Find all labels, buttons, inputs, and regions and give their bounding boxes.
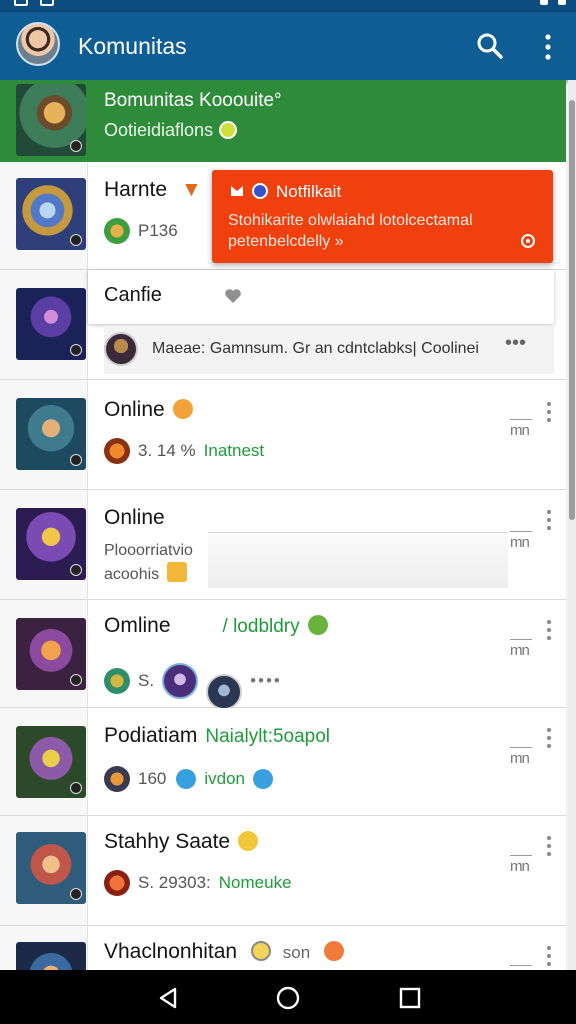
- row-title: Canfie: [104, 284, 162, 306]
- game-thumbnail: [16, 618, 86, 690]
- row-meta: 3. 14 % Inatnest: [104, 438, 264, 464]
- row-meta: S. 29303: Nomeuke: [104, 870, 292, 896]
- row-title: Omline / lodbldry: [104, 614, 328, 638]
- badge-icon: [252, 183, 268, 199]
- game-thumbnail: [16, 726, 86, 798]
- row-meta: 160 ivdon: [104, 766, 274, 792]
- game-message-text: Maeae: Gamnsum. Gr an cdntclabks| Coolin…: [152, 340, 479, 357]
- battery-icon: [558, 0, 566, 5]
- row-meta: P136: [104, 218, 178, 244]
- home-icon[interactable]: [276, 986, 300, 1010]
- more-vert-icon[interactable]: [546, 402, 552, 426]
- status-bar: [0, 0, 576, 12]
- avatar: [162, 663, 199, 699]
- notification-title: Notfilkait: [276, 182, 342, 201]
- avatar: [104, 332, 138, 366]
- avatar: [206, 674, 243, 710]
- chat-list: Harnte ▼ P136 Canfie Maeae: Gamnsum. Gr a…: [0, 162, 566, 970]
- row-title: Online: [104, 506, 165, 529]
- coin-icon: [104, 870, 130, 896]
- notification-icon: [14, 0, 28, 6]
- game-message[interactable]: Maeae: Gamnsum. Gr an cdntclabks| Coolin…: [104, 326, 554, 374]
- list-item[interactable]: Stahhy Saate S. 29303: Nomeuke mn: [0, 816, 566, 926]
- emoji-icon: [324, 941, 345, 961]
- more-vert-icon[interactable]: [546, 728, 552, 752]
- row-title: Stahhy Saate: [104, 830, 259, 854]
- notification-popup[interactable]: Notfilkait Stohikarite olwlaiahd lotolce…: [212, 170, 553, 263]
- emoji-icon: [238, 831, 259, 851]
- list-item[interactable]: Podiatiam Naialylt:5oapol 160 ivdon mn: [0, 708, 566, 816]
- more-vert-icon[interactable]: [546, 836, 552, 860]
- list-item[interactable]: Online 3. 14 % Inatnest mn: [0, 380, 566, 490]
- timestamp: mn: [510, 855, 532, 875]
- timestamp: mn: [510, 531, 532, 551]
- more-vert-icon[interactable]: [546, 620, 552, 644]
- badge-icon: [219, 121, 238, 139]
- notification-icon: [40, 0, 54, 6]
- recent-apps-icon[interactable]: [398, 986, 422, 1010]
- app-bar: Komunitas: [0, 12, 576, 80]
- avatar[interactable]: [16, 22, 60, 66]
- banner-thumbnail: [16, 84, 86, 156]
- row-meta: S. ••••: [104, 652, 282, 710]
- emoji-icon: [250, 941, 271, 961]
- status-icon: [176, 769, 197, 789]
- banner-subtitle: Ootieidiaflons: [104, 120, 238, 141]
- more-vert-icon[interactable]: [546, 510, 552, 534]
- more-vert-icon[interactable]: [540, 34, 556, 60]
- game-thumbnail: [16, 832, 86, 904]
- list-item[interactable]: Omline / lodbldry S. •••• mn: [0, 600, 566, 710]
- bell-icon: [231, 186, 243, 196]
- search-icon[interactable]: [476, 32, 504, 60]
- list-item[interactable]: Vhaclnonhitan son mn: [0, 926, 566, 970]
- game-thumbnail: [16, 508, 86, 580]
- message-preview: [208, 532, 508, 588]
- scrollbar-thumb[interactable]: [569, 100, 575, 520]
- coin-icon: [104, 668, 130, 694]
- game-thumbnail: [16, 942, 86, 970]
- timestamp: mn: [510, 419, 532, 439]
- signal-icon: [540, 0, 548, 5]
- status-icon: [253, 769, 274, 789]
- game-card[interactable]: Canfie: [88, 270, 554, 324]
- banner-title: Bomunitas Kooouite°: [104, 90, 282, 111]
- game-thumbnail: [16, 178, 86, 250]
- settings-icon[interactable]: [518, 232, 538, 250]
- heart-icon[interactable]: [224, 288, 242, 304]
- more-vert-icon[interactable]: [546, 946, 552, 970]
- more-dots[interactable]: •••: [505, 332, 526, 355]
- back-icon[interactable]: [156, 986, 180, 1010]
- status-icon: [307, 615, 328, 635]
- emoji-icon: [172, 399, 193, 419]
- app-title: Komunitas: [78, 33, 187, 59]
- timestamp: mn: [510, 747, 532, 767]
- list-item[interactable]: Online Plooorriatvio acoohis mn: [0, 490, 566, 600]
- row-title: Harnte ▼: [104, 178, 202, 201]
- emoji-icon: [167, 562, 188, 582]
- game-thumbnail: [16, 288, 86, 360]
- coin-icon: [104, 438, 130, 464]
- system-nav-bar: [0, 970, 576, 1024]
- row-meta: Plooorriatvio acoohis: [104, 542, 193, 583]
- community-banner[interactable]: Bomunitas Kooouite° Ootieidiaflons: [0, 80, 566, 162]
- row-title: Vhaclnonhitan son: [104, 940, 345, 964]
- coin-icon: [104, 218, 130, 244]
- coin-icon: [104, 766, 130, 792]
- row-title: Podiatiam Naialylt:5oapol: [104, 724, 331, 747]
- row-title: Online: [104, 398, 193, 422]
- notification-body: Stohikarite olwlaiahd lotolcectamal pete…: [228, 212, 473, 250]
- timestamp: mn: [510, 639, 532, 659]
- game-thumbnail: [16, 398, 86, 470]
